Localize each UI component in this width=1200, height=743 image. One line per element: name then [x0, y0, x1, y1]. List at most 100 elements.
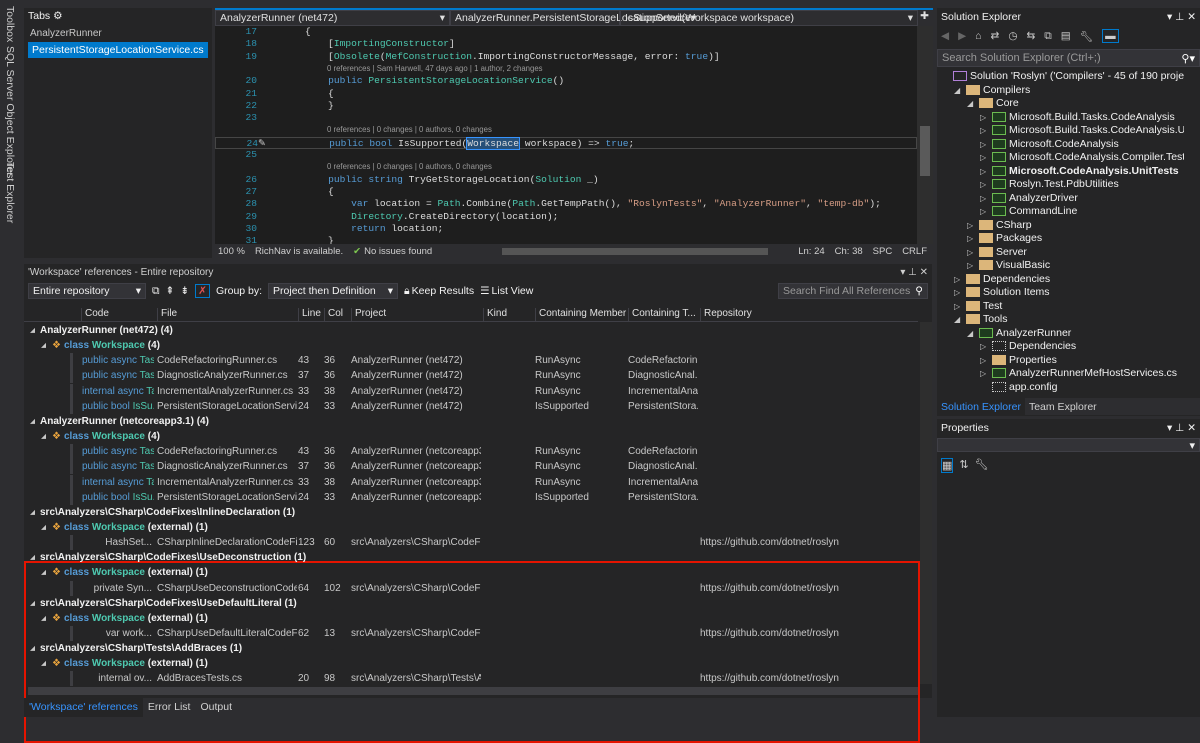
alphabetical-icon[interactable]: ⇅	[959, 458, 968, 473]
tree-item[interactable]: ▷ AnalyzerDriver	[980, 192, 1078, 206]
definition-row[interactable]: ◢ ❖ class Workspace (4)	[24, 338, 918, 353]
expand-arrow-icon[interactable]: ▷	[980, 165, 992, 179]
expand-arrow-icon[interactable]: ▷	[980, 151, 992, 165]
expand-arrow-icon[interactable]: ◢	[954, 84, 966, 98]
search-references-input[interactable]: Search Find All References ⚲	[778, 283, 928, 299]
project-dropdown[interactable]: AnalyzerRunner (net472) ▾	[215, 10, 450, 26]
list-view-button[interactable]: List View	[492, 285, 534, 297]
code-line[interactable]: 18 [ImportingConstructor]	[215, 38, 917, 50]
code-line[interactable]: 22 }	[215, 100, 917, 112]
definition-row[interactable]: ◢ ❖ class Workspace (4)	[24, 429, 918, 444]
code-line[interactable]: 17 {	[215, 26, 917, 38]
previous-icon[interactable]: ⇞	[166, 285, 175, 297]
reference-row[interactable]: internal ov... AddBracesTests.cs 20 98 src\A…	[24, 671, 918, 687]
tree-item[interactable]: ▷ Dependencies	[980, 340, 1076, 354]
tab-workspace-references[interactable]: 'Workspace' references	[24, 698, 143, 717]
expand-arrow-icon[interactable]: ▷	[967, 246, 979, 260]
group-by-dropdown[interactable]: Project then Definition ▾	[268, 283, 399, 299]
definition-row[interactable]: ◢ ❖ class Workspace (external) (1)	[24, 520, 918, 535]
column-header[interactable]: Containing Member	[535, 308, 626, 322]
tree-item[interactable]: ▷ CommandLine	[980, 205, 1077, 219]
group-row[interactable]: ◢ AnalyzerRunner (netcoreapp3.1) (4)	[24, 414, 918, 429]
tab-team-explorer[interactable]: Team Explorer	[1025, 398, 1101, 415]
code-line[interactable]: 21 {	[215, 88, 917, 100]
column-header[interactable]: Code	[81, 308, 109, 322]
sync-icon[interactable]: ⇆	[1026, 30, 1035, 42]
issues-status[interactable]: No issues found	[364, 246, 432, 257]
richnav-status[interactable]: RichNav is available.	[255, 246, 343, 257]
tree-item[interactable]: ▷ Solution Items	[954, 286, 1050, 300]
code-line[interactable]: 26 public string TryGetStorageLocation(S…	[215, 174, 917, 186]
next-icon[interactable]: ⇟	[180, 285, 189, 297]
tree-item[interactable]: ▷ Microsoft.CodeAnalysis.Compiler.Test.Re…	[980, 151, 1184, 165]
definition-row[interactable]: ◢ ❖ class Workspace (external) (1)	[24, 656, 918, 671]
tree-item[interactable]: ▷ Dependencies	[954, 273, 1050, 287]
column-header[interactable]: Line	[298, 308, 321, 322]
tree-item[interactable]: ▷ Microsoft.CodeAnalysis	[980, 138, 1119, 152]
tab-item-selected[interactable]: PersistentStorageLocationService.cs	[28, 42, 208, 58]
show-all-files-icon[interactable]: ▤	[1061, 30, 1071, 42]
tree-item[interactable]: ▷ Microsoft.Build.Tasks.CodeAnalysis.Unit…	[980, 124, 1184, 138]
collapse-all-icon[interactable]: ⧉	[1044, 30, 1052, 43]
tab-error-list[interactable]: Error List	[143, 698, 196, 717]
group-row[interactable]: ◢ src\Analyzers\CSharp\CodeFixes\UseDecon…	[24, 550, 918, 565]
code-line[interactable]: 23	[215, 112, 917, 124]
line-ending-indicator[interactable]: CRLF	[902, 246, 927, 257]
tree-item[interactable]: ▷ Microsoft.CodeAnalysis.UnitTests	[980, 165, 1179, 179]
code-line[interactable]: 27 {	[215, 186, 917, 198]
expand-arrow-icon[interactable]: ▷	[967, 219, 979, 233]
home-icon[interactable]: ⌂	[975, 30, 981, 42]
panel-controls[interactable]: ▾ ⊥ ✕	[1167, 422, 1196, 434]
code-line[interactable]: 28 var location = Path.Combine(Path.GetT…	[215, 198, 917, 210]
test-explorer-tab[interactable]: Test Explorer	[4, 162, 16, 223]
column-header[interactable]: Kind	[483, 308, 507, 322]
zoom-level[interactable]: 100 %	[218, 246, 245, 257]
tab-output[interactable]: Output	[195, 698, 237, 717]
expand-arrow-icon[interactable]: ▷	[954, 273, 966, 287]
property-pages-icon[interactable]: 🔧︎	[975, 458, 989, 473]
scope-dropdown[interactable]: Entire repository ▾	[28, 283, 146, 299]
codelens-text[interactable]: 0 references | 0 changes | 0 authors, 0 …	[327, 161, 492, 173]
tree-item[interactable]: ▷ CSharp	[967, 219, 1032, 233]
definition-row[interactable]: ◢ ❖ class Workspace (external) (1)	[24, 611, 918, 626]
expand-arrow-icon[interactable]: ▷	[954, 300, 966, 314]
properties-wrench-icon[interactable]: 🔧︎	[1080, 30, 1093, 43]
split-icon[interactable]: ✚	[918, 10, 931, 26]
tree-item[interactable]: ◢ Compilers	[954, 84, 1030, 98]
gear-icon[interactable]: ⚙	[53, 10, 62, 22]
code-editor[interactable]: AnalyzerRunner (net472) ▾ AnalyzerRunner.…	[215, 8, 933, 259]
categorized-icon[interactable]: ▦	[941, 458, 954, 473]
panel-controls[interactable]: ▾ ⊥ ✕	[900, 267, 928, 278]
tree-item[interactable]: ▷ Packages	[967, 232, 1042, 246]
group-row[interactable]: ◢ AnalyzerRunner (net472) (4)	[24, 323, 918, 338]
expand-arrow-icon[interactable]: ▷	[980, 138, 992, 152]
column-header[interactable]: Repository	[700, 308, 752, 322]
column-header[interactable]: Project	[351, 308, 386, 322]
expand-arrow-icon[interactable]: ▷	[967, 232, 979, 246]
codelens-text[interactable]: 0 references | Sam Harwell, 47 days ago …	[327, 63, 543, 75]
reference-row[interactable]: public bool IsSu...PersistentStorageLoca…	[24, 489, 918, 505]
group-row[interactable]: ◢ src\Analyzers\CSharp\Tests\AddBraces (1…	[24, 641, 918, 656]
references-horizontal-scrollbar[interactable]	[28, 687, 918, 695]
sql-server-object-explorer-tab[interactable]: SQL Server Object Explorer	[4, 46, 16, 176]
tree-item[interactable]: ◢ Core	[967, 97, 1019, 111]
expand-arrow-icon[interactable]: ▷	[980, 205, 992, 219]
back-icon[interactable]: ◀	[941, 30, 949, 42]
preview-icon[interactable]: ▬	[1102, 29, 1119, 43]
expand-arrow-icon[interactable]: ▷	[980, 354, 992, 368]
group-row[interactable]: ◢ src\Analyzers\CSharp\CodeFixes\UseDefau…	[24, 596, 918, 611]
solution-tree[interactable]: Solution 'Roslyn' ('Compilers' - 45 of 1…	[937, 70, 1184, 395]
pending-changes-icon[interactable]: ◷	[1008, 30, 1017, 42]
references-list[interactable]: ◢ AnalyzerRunner (net472) (4) ◢ ❖ class Work…	[24, 323, 920, 743]
tree-item[interactable]: Solution 'Roslyn' ('Compilers' - 45 of 1…	[941, 70, 1184, 84]
code-line[interactable]: 29 Directory.CreateDirectory(location);	[215, 211, 917, 223]
column-header[interactable]: Containing T...	[628, 308, 696, 322]
editor-vertical-scrollbar[interactable]	[917, 26, 933, 246]
reference-row[interactable]: public bool IsSu...PersistentStorageLoca…	[24, 398, 918, 414]
expand-arrow-icon[interactable]: ◢	[967, 97, 979, 111]
reference-row[interactable]: public async Tas...DiagnosticAnalyzerRun…	[24, 368, 918, 384]
member-dropdown[interactable]: IsSupported(Workspace workspace) ▾	[620, 10, 918, 26]
tree-item[interactable]: ◢ AnalyzerRunner	[967, 327, 1071, 341]
expand-arrow-icon[interactable]: ▷	[980, 124, 992, 138]
tree-item[interactable]: ▷ AnalyzerRunnerMefHostServices.cs	[980, 367, 1177, 381]
